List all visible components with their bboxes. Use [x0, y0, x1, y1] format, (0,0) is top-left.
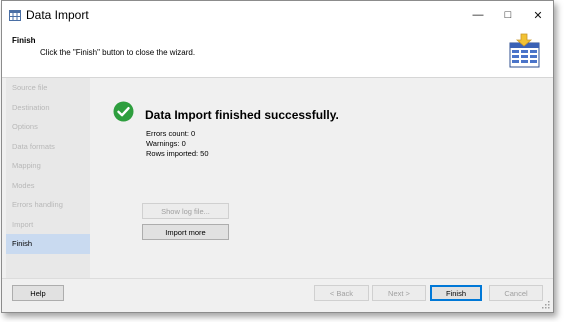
table-import-icon [507, 33, 541, 69]
sidebar-item-destination: Destination [12, 102, 50, 112]
resize-grip-icon[interactable] [542, 301, 550, 309]
sidebar-item-mapping: Mapping [12, 161, 41, 170]
close-button[interactable]: ✕ [523, 1, 553, 29]
next-button[interactable]: Next > [372, 285, 426, 301]
sidebar-item-source-file: Source file [12, 83, 48, 92]
sidebar-item-finish[interactable]: Finish [6, 234, 90, 254]
step-subtitle: Click the "Finish" button to close the w… [40, 48, 196, 57]
sidebar-item-errors-handling: Errors handling [12, 200, 63, 209]
import-more-button[interactable]: Import more [142, 224, 229, 240]
minimize-button[interactable]: — [463, 1, 493, 29]
wizard-footer: Help < Back Next > Finish Cancel [2, 278, 553, 312]
step-title: Finish [12, 36, 36, 45]
help-button[interactable]: Help [12, 285, 64, 301]
success-message: Data Import finished successfully. [145, 108, 339, 122]
sidebar-item-data-formats: Data formats [12, 141, 55, 151]
result-panel: Data Import finished successfully. Error… [90, 78, 550, 278]
back-button[interactable]: < Back [314, 285, 369, 301]
finish-button[interactable]: Finish [430, 285, 482, 301]
window-title: Data Import [26, 8, 89, 22]
calendar-grid-icon [9, 9, 21, 21]
maximize-button[interactable]: □ [493, 1, 523, 29]
check-circle-icon [113, 101, 134, 122]
warnings-count: Warnings: 0 [146, 139, 186, 148]
data-import-window: Data Import — □ ✕ Finish Click the "Fini… [1, 0, 554, 313]
wizard-header: Finish Click the "Finish" button to clos… [2, 29, 553, 78]
title-bar: Data Import — □ ✕ [2, 1, 553, 29]
window-controls: — □ ✕ [463, 1, 553, 29]
cancel-button[interactable]: Cancel [489, 285, 543, 301]
sidebar-item-import: Import [12, 219, 34, 229]
show-log-file-button[interactable]: Show log file... [142, 203, 229, 219]
sidebar-item-options: Options [12, 122, 38, 131]
errors-count: Errors count: 0 [146, 129, 196, 138]
sidebar-item-modes: Modes [12, 180, 35, 190]
wizard-steps-sidebar: Source file Destination Options Data for… [6, 78, 90, 278]
rows-imported: Rows imported: 50 [146, 149, 209, 158]
